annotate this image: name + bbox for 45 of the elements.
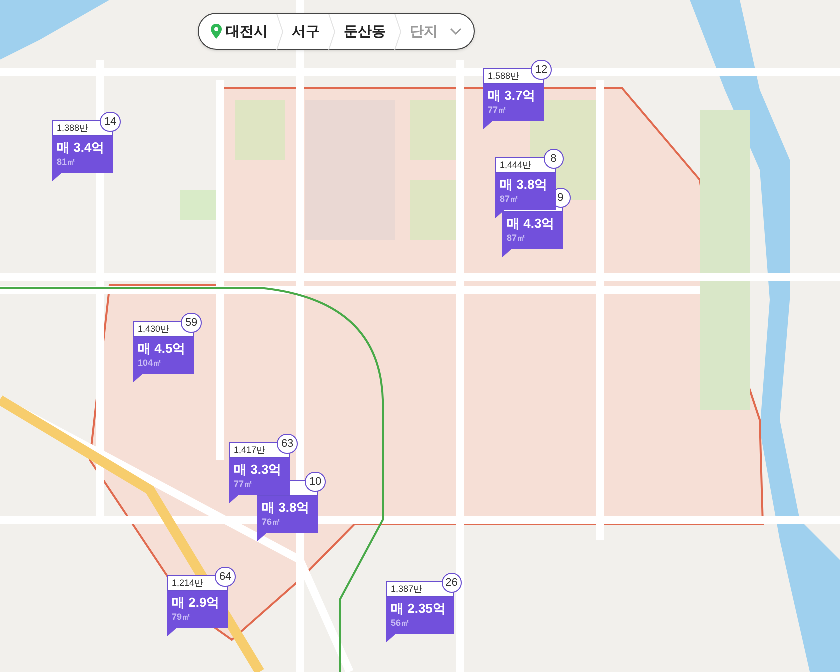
price-tag[interactable]: 매 2.35억 56㎡ [386, 597, 454, 634]
separator-icon [328, 14, 336, 50]
chevron-down-icon [450, 28, 462, 35]
marker-pointer-icon [52, 173, 62, 182]
price-tag[interactable]: 매 2.9억 79㎡ [167, 591, 228, 628]
sale-price: 매 3.7억 [488, 87, 536, 104]
sale-price: 매 2.35억 [391, 600, 446, 617]
marker-pointer-icon [167, 628, 177, 637]
sale-price: 매 2.9억 [172, 594, 220, 611]
marker-pointer-icon [257, 533, 267, 542]
sale-price: 매 4.5억 [138, 340, 186, 357]
area-size: 104㎡ [138, 357, 164, 369]
area-size: 87㎡ [507, 232, 528, 244]
marker-pointer-icon [502, 249, 512, 258]
separator-icon [276, 14, 284, 50]
complex-dropdown[interactable]: 단지 [410, 21, 462, 42]
sale-price: 매 3.8억 [500, 176, 548, 193]
sale-price: 매 3.8억 [262, 499, 310, 516]
sale-price: 매 3.4억 [57, 139, 105, 156]
area-size: 79㎡ [172, 611, 192, 623]
price-tag[interactable]: 매 3.8억 87㎡ [495, 173, 556, 210]
region-link[interactable]: 둔산동 [344, 21, 386, 42]
region-link[interactable]: 서구 [292, 21, 320, 42]
map-drawing[interactable] [0, 0, 840, 672]
area-size: 87㎡ [500, 193, 520, 205]
region-link[interactable]: 대전시 [211, 21, 268, 42]
price-tag[interactable]: 매 4.5억 104㎡ [133, 337, 194, 374]
area-size: 76㎡ [262, 516, 282, 528]
marker-pointer-icon [483, 121, 493, 130]
area-size: 77㎡ [234, 478, 254, 490]
separator-icon [394, 14, 402, 50]
area-size: 77㎡ [488, 104, 508, 116]
location-pin-icon [211, 24, 222, 39]
price-tag[interactable]: 매 3.8억 76㎡ [257, 496, 318, 533]
marker-pointer-icon [133, 374, 143, 383]
area-size: 56㎡ [391, 617, 412, 629]
sale-price: 매 4.3억 [507, 215, 555, 232]
marker-pointer-icon [386, 634, 396, 643]
price-tag[interactable]: 매 3.7억 77㎡ [483, 84, 544, 121]
price-tag[interactable]: 매 4.3억 87㎡ [502, 212, 563, 249]
marker-pointer-icon [229, 495, 239, 504]
sale-price: 매 3.3억 [234, 461, 282, 478]
price-tag[interactable]: 매 3.3억 77㎡ [229, 458, 290, 495]
area-size: 81㎡ [57, 156, 78, 168]
price-tag[interactable]: 매 3.4억 81㎡ [52, 136, 113, 173]
